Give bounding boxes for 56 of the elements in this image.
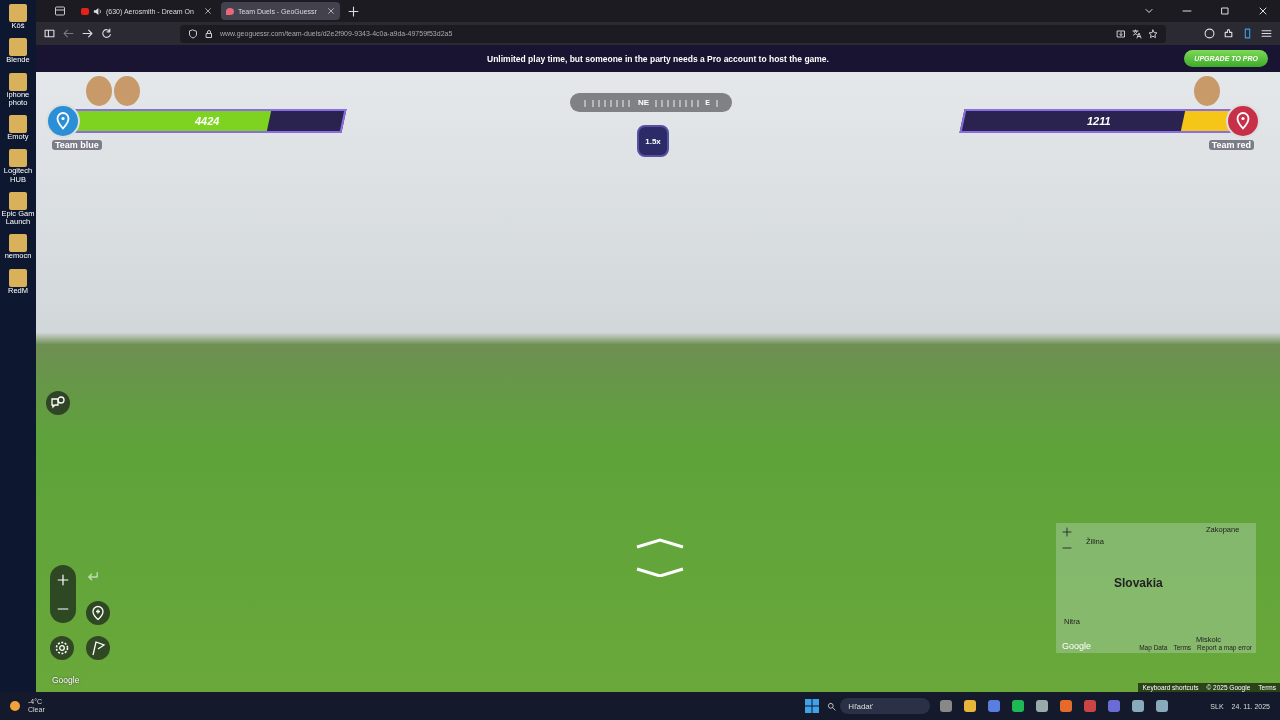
search-icon[interactable] (827, 701, 837, 711)
taskbar-app-icon[interactable] (1060, 700, 1073, 712)
taskbar-app-icon[interactable] (964, 700, 977, 712)
compass-direction: NE (638, 98, 650, 107)
google-logo: Google (52, 675, 80, 685)
taskbar-app-icon[interactable] (1156, 700, 1169, 712)
team-name: Team red (1208, 140, 1254, 150)
chevron-icon[interactable] (1144, 6, 1154, 16)
desktop-icon[interactable] (9, 149, 27, 168)
taskbar-search-field[interactable]: Hľadať (840, 698, 931, 714)
puzzle-icon[interactable] (1223, 28, 1234, 39)
zoom-control[interactable] (50, 565, 76, 623)
taskbar-app-icon[interactable] (1132, 700, 1145, 712)
weather-icon[interactable] (10, 701, 20, 711)
maximize-icon[interactable] (1220, 6, 1230, 16)
shield-icon[interactable] (188, 28, 198, 39)
forward-icon[interactable] (82, 28, 93, 39)
favicon-icon (225, 7, 234, 15)
zoom-in-icon[interactable] (57, 573, 69, 586)
map-country-label: Slovakia (1114, 576, 1163, 590)
translate-icon[interactable] (1132, 28, 1142, 39)
speaker-icon[interactable] (93, 6, 102, 16)
taskbar-app-icon[interactable] (1012, 700, 1025, 712)
tab-list-icon[interactable] (54, 5, 66, 17)
close-icon[interactable] (203, 7, 212, 15)
compass-ticks-icon (654, 97, 701, 108)
reload-icon[interactable] (101, 28, 112, 39)
team-name: Team blue (52, 140, 102, 150)
desktop-icon[interactable] (9, 72, 27, 91)
desktop-icon[interactable] (9, 268, 27, 287)
map-zoom-in-icon[interactable] (1062, 527, 1072, 537)
taskbar-app-icon[interactable] (1108, 700, 1121, 712)
lock-icon[interactable] (204, 28, 214, 39)
close-icon[interactable] (1258, 6, 1268, 16)
new-tab-icon[interactable] (347, 5, 359, 17)
desktop-icon[interactable] (9, 191, 27, 210)
banner-message: Unlimited play time, but someone in the party needs a Pro account to host the game. (487, 53, 829, 64)
extension-icon[interactable] (1242, 28, 1253, 39)
move-arrows-icon[interactable] (634, 537, 686, 577)
taskbar-app-icon[interactable] (988, 700, 1001, 712)
sidebar-icon[interactable] (44, 28, 55, 39)
desktop-icon[interactable] (9, 234, 27, 253)
team-score: 1211 (1087, 115, 1111, 127)
taskbar-app-icon[interactable] (940, 700, 953, 712)
back-icon[interactable] (63, 28, 74, 39)
favicon-icon (81, 7, 89, 15)
google-logo: Google (1062, 641, 1092, 651)
download-icon[interactable] (1116, 28, 1126, 39)
compass-tick-icon (714, 97, 719, 108)
team-score: 4424 (194, 115, 220, 127)
taskbar-app-icon[interactable] (1036, 700, 1049, 712)
star-icon[interactable] (1148, 28, 1158, 39)
start-icon[interactable] (805, 699, 820, 713)
multiplier-badge: 1.5x (637, 125, 669, 157)
menu-icon[interactable] (1261, 28, 1272, 39)
desktop-icon[interactable] (9, 38, 27, 57)
